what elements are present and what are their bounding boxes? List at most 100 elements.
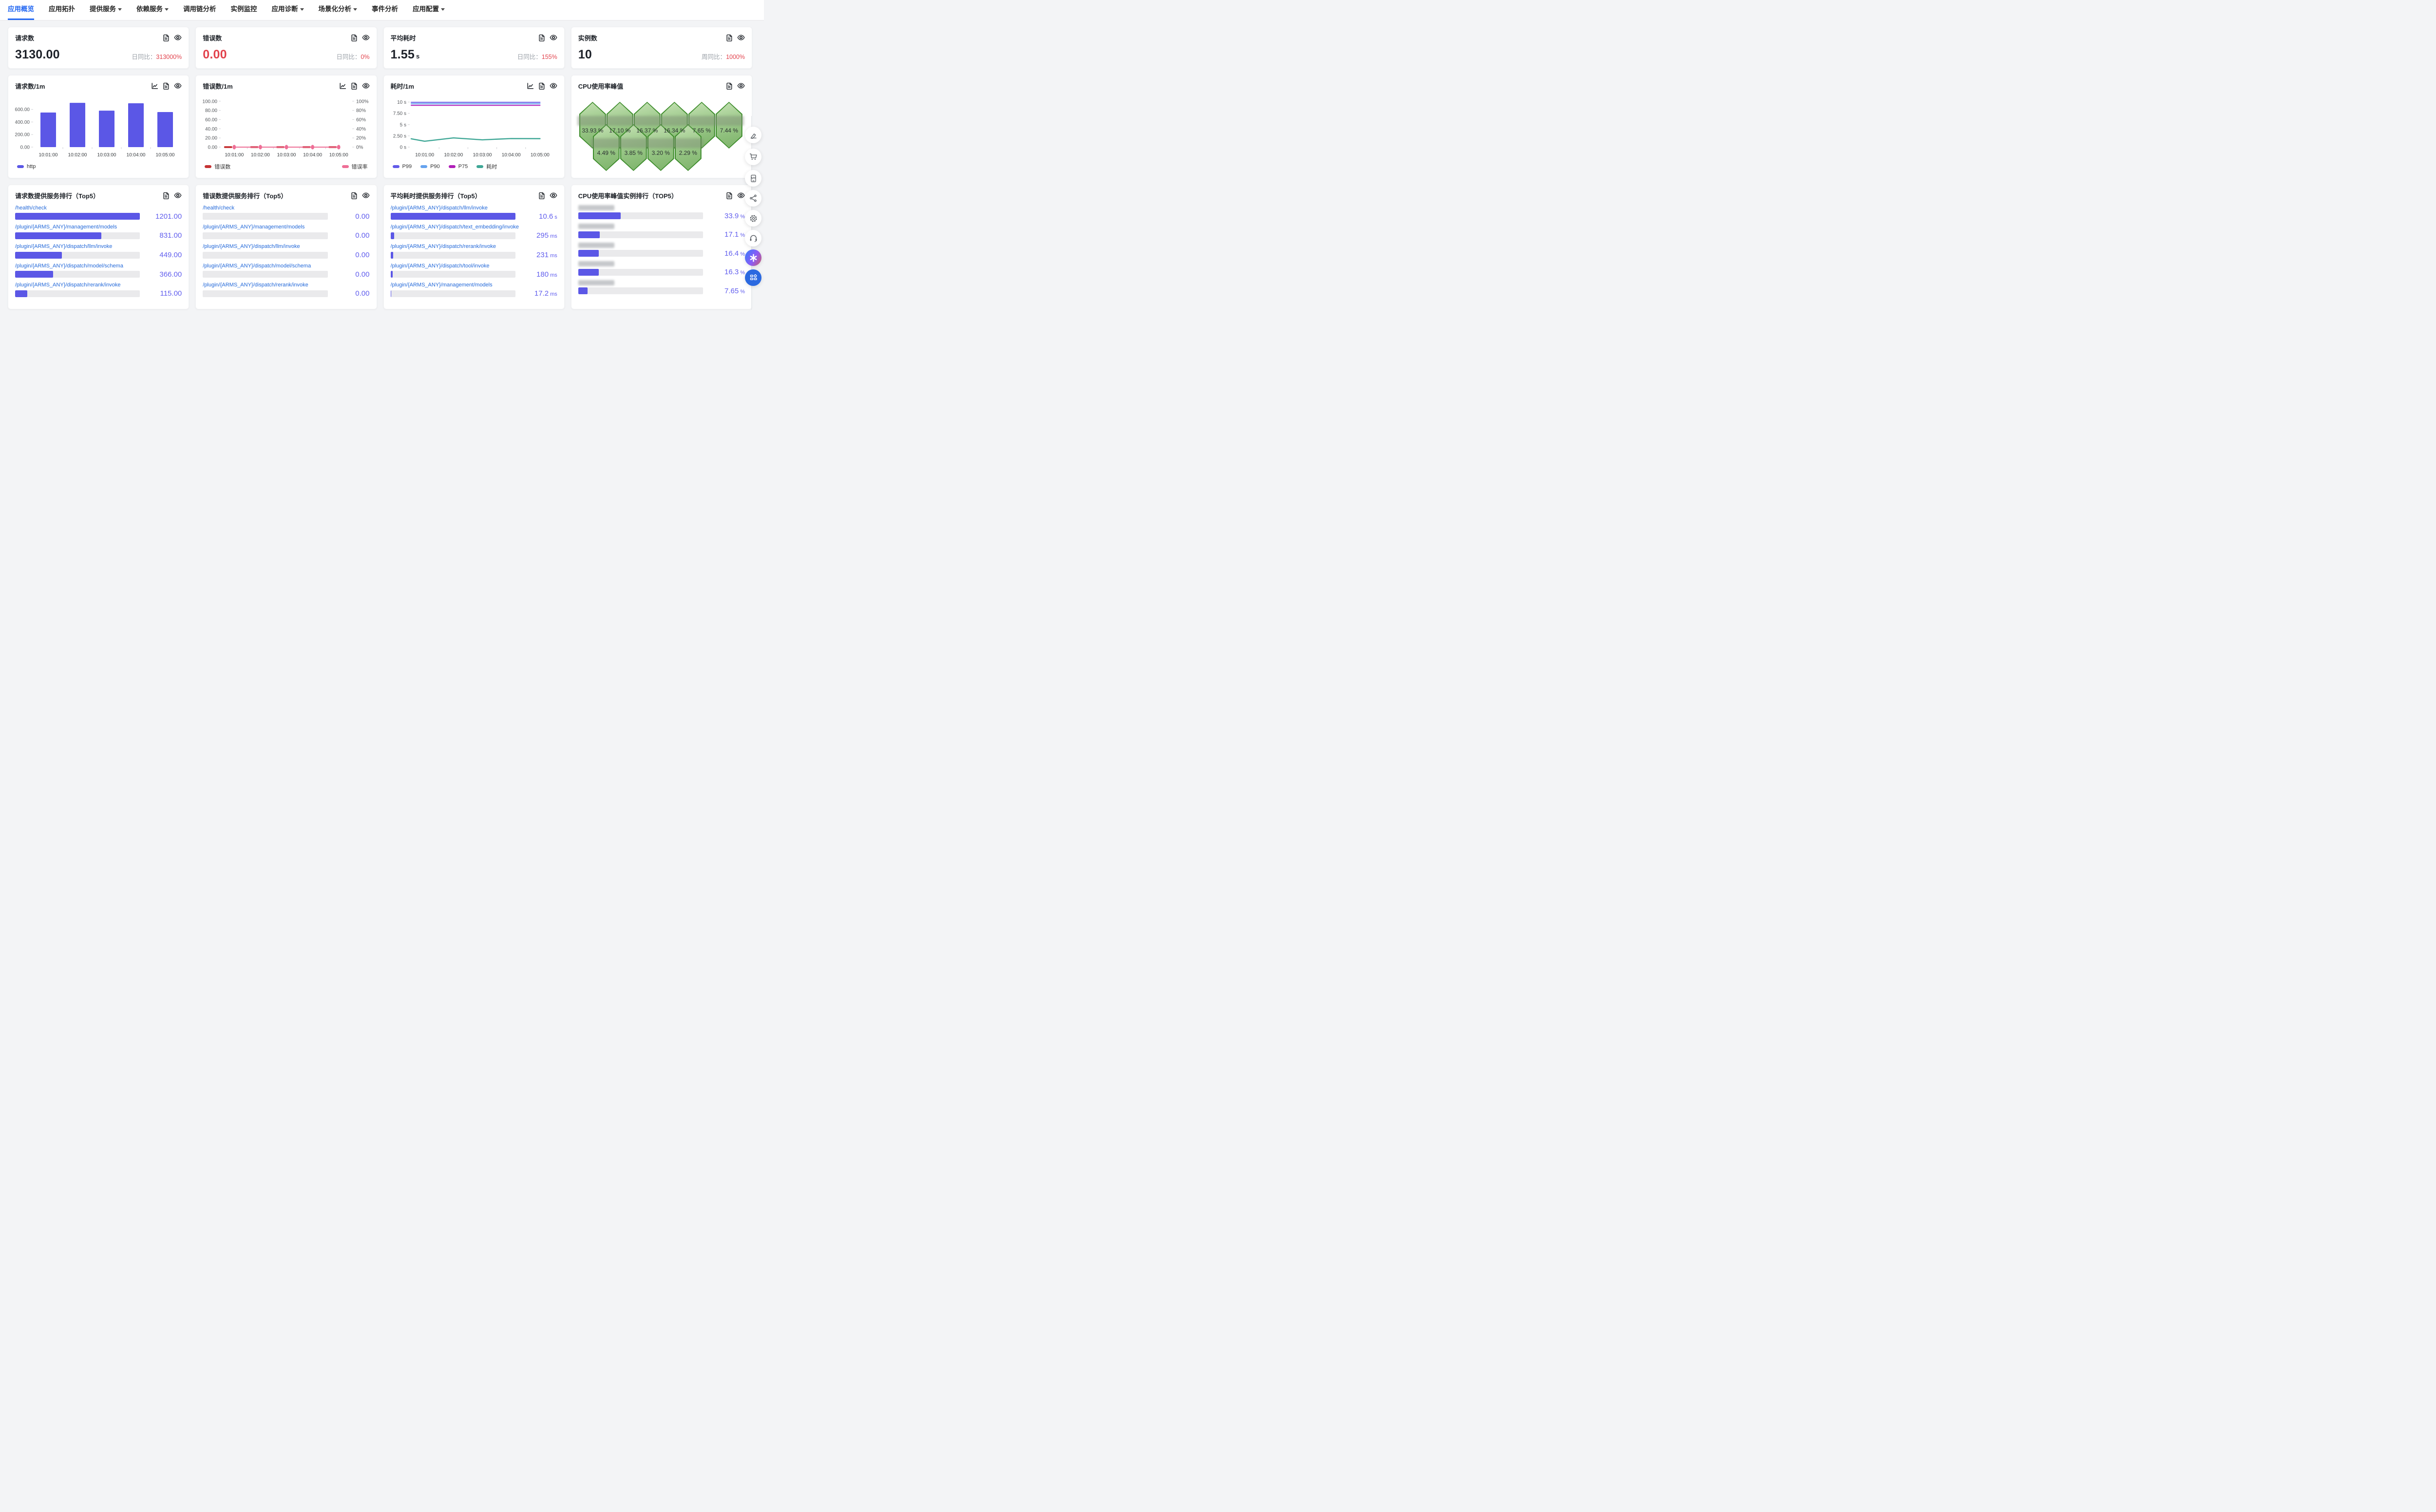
doc-icon[interactable] bbox=[726, 192, 733, 199]
nav-tab-2[interactable]: 应用拓扑 bbox=[49, 0, 75, 20]
rank-value: 0.00 bbox=[355, 212, 370, 221]
nav-tab-1[interactable]: 应用概览 bbox=[8, 0, 34, 20]
eye-icon[interactable] bbox=[550, 34, 557, 41]
eye-icon[interactable] bbox=[737, 82, 745, 89]
legend-item[interactable]: P99 bbox=[392, 164, 412, 170]
legend-item[interactable]: 错误数 bbox=[205, 163, 230, 170]
legend-item[interactable]: 错误率 bbox=[342, 163, 368, 170]
axis-label: 0% bbox=[356, 145, 363, 151]
eye-icon[interactable] bbox=[550, 82, 557, 89]
service-link[interactable]: /plugin/{ARMS_ANY}/dispatch/llm/invoke bbox=[203, 244, 369, 250]
eye-icon[interactable] bbox=[174, 82, 182, 89]
nav-tab-10[interactable]: 应用配置 bbox=[413, 0, 445, 20]
eye-icon[interactable] bbox=[362, 192, 370, 199]
doc-icon[interactable] bbox=[351, 34, 358, 41]
service-link[interactable]: /plugin/{ARMS_ANY}/dispatch/rerank/invok… bbox=[391, 244, 557, 250]
doc-icon[interactable] bbox=[163, 82, 170, 90]
chevron-down-icon bbox=[300, 8, 304, 11]
legend-item[interactable]: P75 bbox=[448, 164, 468, 170]
service-link[interactable]: /plugin/{ARMS_ANY}/dispatch/tool/invoke bbox=[391, 263, 557, 269]
fab-app-button[interactable]: APP bbox=[745, 170, 761, 187]
trend-icon[interactable] bbox=[151, 82, 158, 90]
nav-tab-6[interactable]: 实例监控 bbox=[231, 0, 257, 20]
doc-icon[interactable] bbox=[351, 82, 358, 90]
service-link[interactable]: /plugin/{ARMS_ANY}/dispatch/llm/invoke bbox=[391, 205, 557, 211]
doc-icon[interactable] bbox=[538, 82, 545, 90]
fab-share-button[interactable] bbox=[745, 190, 761, 207]
fab-mini-apps-button[interactable] bbox=[745, 269, 761, 286]
rank-value-unit: % bbox=[740, 232, 745, 238]
series-耗时 bbox=[410, 137, 541, 142]
service-link[interactable]: /plugin/{ARMS_ANY}/dispatch/text_embeddi… bbox=[391, 224, 557, 230]
trend-icon[interactable] bbox=[527, 82, 534, 90]
fab-support-button[interactable] bbox=[745, 230, 761, 246]
axis-label: 10:01:00 bbox=[415, 152, 434, 158]
eye-icon[interactable] bbox=[174, 192, 182, 199]
axis-label: 80% bbox=[356, 108, 366, 113]
rank-value: 366.00 bbox=[159, 270, 182, 279]
service-link[interactable]: /plugin/{ARMS_ANY}/dispatch/model/schema bbox=[15, 263, 182, 269]
fab-edit-button[interactable] bbox=[745, 127, 761, 143]
fab-cart-button[interactable] bbox=[745, 149, 761, 165]
eye-icon[interactable] bbox=[737, 34, 745, 41]
axis-label: 0.00 bbox=[208, 145, 218, 151]
stat-card-2-title: 错误数 bbox=[203, 34, 222, 42]
nav-tab-3[interactable]: 提供服务 bbox=[90, 0, 122, 20]
axis-label: 10:02:00 bbox=[251, 152, 270, 158]
stat-value: 3130.00 bbox=[15, 48, 60, 61]
doc-icon[interactable] bbox=[163, 34, 170, 41]
nav-tab-8[interactable]: 场景化分析 bbox=[319, 0, 357, 20]
eye-icon[interactable] bbox=[174, 34, 182, 41]
rank-card-4-header: CPU使用率峰值实例排行（TOP5） bbox=[578, 190, 745, 201]
rank-bar-row: 0.00 bbox=[203, 290, 370, 297]
redacted-instance-label bbox=[578, 261, 614, 266]
chart-legend: P99 P90 P75 耗时 bbox=[391, 163, 557, 170]
doc-icon[interactable] bbox=[726, 82, 733, 90]
doc-icon[interactable] bbox=[538, 192, 545, 199]
axis-label: 10:01:00 bbox=[39, 152, 58, 158]
fab-settings-button[interactable] bbox=[745, 210, 761, 227]
cpu-hexagon-value: 3.85 % bbox=[624, 150, 643, 156]
nav-tab-5[interactable]: 调用链分析 bbox=[183, 0, 216, 20]
fab-ai-assistant-button[interactable] bbox=[745, 249, 761, 266]
eye-icon[interactable] bbox=[550, 192, 557, 199]
doc-icon[interactable] bbox=[351, 192, 358, 199]
service-link[interactable]: /plugin/{ARMS_ANY}/management/models bbox=[203, 224, 369, 230]
service-link[interactable]: /plugin/{ARMS_ANY}/management/models bbox=[15, 224, 182, 230]
nav-tab-9[interactable]: 事件分析 bbox=[372, 0, 398, 20]
stat-card-body: 3130.00 日同比：313000% bbox=[15, 49, 182, 61]
doc-icon[interactable] bbox=[538, 34, 545, 41]
line-chart-canvas: 0.00 0% 20.00 20% 40.00 40% 60.00 60% 80.00 80% 10… bbox=[203, 99, 369, 158]
service-link[interactable]: /plugin/{ARMS_ANY}/dispatch/model/schema bbox=[203, 263, 369, 269]
rank-bar-row: 449.00 bbox=[15, 251, 182, 259]
rank-bar-row: 16.4% bbox=[578, 250, 745, 257]
service-link[interactable]: /health/check bbox=[203, 205, 369, 211]
service-link[interactable]: /plugin/{ARMS_ANY}/management/models bbox=[391, 282, 557, 288]
service-link[interactable]: /health/check bbox=[15, 205, 182, 211]
rank-value: 449.00 bbox=[159, 251, 182, 260]
eye-icon[interactable] bbox=[737, 192, 745, 199]
rank-bar-fill bbox=[578, 212, 621, 219]
eye-icon[interactable] bbox=[362, 34, 370, 41]
service-link[interactable]: /plugin/{ARMS_ANY}/dispatch/llm/invoke bbox=[15, 244, 182, 250]
legend-item[interactable]: http bbox=[17, 164, 36, 170]
legend-item[interactable]: 耗时 bbox=[476, 163, 497, 170]
rank-card-2-actions bbox=[351, 192, 370, 199]
rank-bar-fill bbox=[390, 251, 394, 259]
ranking-cards-row: 请求数提供服务排行（Top5）/health/check 1201.00/plug… bbox=[8, 185, 752, 309]
stat-compare: 日同比：155% bbox=[517, 53, 557, 60]
trend-icon[interactable] bbox=[339, 82, 346, 90]
rank-bar-row: 0.00 bbox=[203, 232, 370, 239]
service-link[interactable]: /plugin/{ARMS_ANY}/dispatch/rerank/invok… bbox=[15, 282, 182, 288]
doc-icon[interactable] bbox=[726, 34, 733, 41]
nav-tab-4[interactable]: 依赖服务 bbox=[136, 0, 169, 20]
rank-bar-track bbox=[390, 213, 515, 220]
chart-card-req: 请求数/1m 0.00 200.00 400.00 600.00 10:01:00 10:0… bbox=[8, 75, 190, 178]
service-link[interactable]: /plugin/{ARMS_ANY}/dispatch/rerank/invok… bbox=[203, 282, 369, 288]
legend-item[interactable]: P90 bbox=[420, 164, 440, 170]
rank-card-1-actions bbox=[163, 192, 182, 199]
nav-tab-7[interactable]: 应用诊断 bbox=[272, 0, 304, 20]
doc-icon[interactable] bbox=[163, 192, 170, 199]
eye-icon[interactable] bbox=[362, 82, 370, 89]
stat-value: 0.00 bbox=[203, 48, 227, 61]
